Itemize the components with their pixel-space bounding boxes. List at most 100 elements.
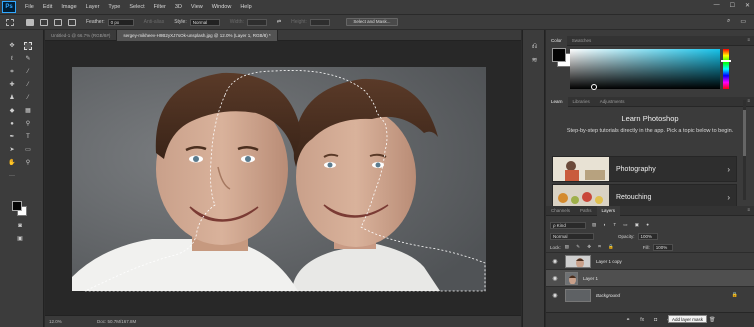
menu-filter[interactable]: Filter bbox=[154, 4, 166, 10]
link-layers-icon[interactable]: ⚭ bbox=[626, 317, 630, 323]
foreground-color-swatch[interactable] bbox=[12, 201, 22, 211]
intersect-selection-icon[interactable] bbox=[68, 18, 76, 26]
tab-layers[interactable]: Layers bbox=[596, 206, 621, 216]
menu-edit[interactable]: Edit bbox=[43, 4, 52, 10]
shape-tool-icon[interactable]: ▭ bbox=[24, 146, 32, 154]
tab-color[interactable]: Color bbox=[546, 36, 567, 46]
blur-tool-icon[interactable]: ● bbox=[8, 120, 16, 128]
screen-mode-icon[interactable]: ▣ bbox=[16, 235, 24, 243]
select-and-mask-button[interactable]: Select and Mask... bbox=[345, 18, 398, 26]
menu-3d[interactable]: 3D bbox=[175, 4, 182, 10]
color-spectrum[interactable] bbox=[570, 49, 720, 89]
antialias-checkbox[interactable]: Anti-alias bbox=[144, 19, 165, 25]
menu-select[interactable]: Select bbox=[129, 4, 144, 10]
hand-tool-icon[interactable]: ✋ bbox=[8, 159, 16, 167]
menu-window[interactable]: Window bbox=[212, 4, 232, 10]
fill-input[interactable]: 100% bbox=[652, 243, 673, 251]
close-button[interactable]: ✕ bbox=[745, 2, 750, 9]
eraser-tool-icon[interactable]: ◆ bbox=[8, 107, 16, 115]
crop-tool-icon[interactable]: ⌗ bbox=[8, 68, 16, 76]
height-input[interactable] bbox=[309, 18, 330, 26]
pen-tool-icon[interactable]: ✒ bbox=[8, 133, 16, 141]
layer-name[interactable]: Background bbox=[596, 293, 732, 298]
history-brush-icon[interactable]: ⁄ bbox=[24, 94, 32, 102]
stamp-tool-icon[interactable]: ♟ bbox=[8, 94, 16, 102]
layers-bottom-bar: ⚭ fx ◘ ◐ ▭ ⊞ 🗑 bbox=[546, 312, 754, 327]
quick-mask-icon[interactable]: ◙ bbox=[16, 222, 24, 230]
subtract-selection-icon[interactable] bbox=[54, 18, 62, 26]
more-tools-icon[interactable]: ··· bbox=[8, 172, 16, 180]
minimize-button[interactable]: — bbox=[714, 2, 720, 9]
gradient-tool-icon[interactable]: ▦ bbox=[24, 107, 32, 115]
tab-active-photo[interactable]: sergey-mikheev-H9B2yXJ7sOk-unsplash.jpg … bbox=[117, 30, 278, 41]
menu-help[interactable]: Help bbox=[240, 4, 251, 10]
dodge-tool-icon[interactable]: ⚲ bbox=[24, 120, 32, 128]
lasso-tool-icon[interactable]: ℓ bbox=[8, 55, 16, 63]
layer-style-icon[interactable]: fx bbox=[640, 317, 644, 323]
tab-swatches[interactable]: Swatches bbox=[567, 36, 597, 46]
marquee-tool-icon[interactable] bbox=[24, 42, 32, 50]
eyedropper-tool-icon[interactable]: ⁄ bbox=[24, 68, 32, 76]
feather-input[interactable]: 0 px bbox=[107, 18, 134, 26]
panel-foreground-swatch[interactable] bbox=[552, 48, 566, 62]
tab-adjustments[interactable]: Adjustments bbox=[595, 97, 630, 107]
maximize-button[interactable]: ☐ bbox=[730, 2, 735, 9]
layer-row-copy[interactable]: ◉ Layer 1 copy bbox=[546, 252, 754, 269]
quick-select-tool-icon[interactable]: ✎ bbox=[24, 55, 32, 63]
eye-icon[interactable]: ◉ bbox=[549, 275, 561, 282]
menu-layer[interactable]: Layer bbox=[86, 4, 100, 10]
properties-panel-icon[interactable]: ≋ bbox=[530, 56, 539, 65]
blend-mode-select[interactable]: Normal bbox=[550, 232, 594, 240]
path-select-tool-icon[interactable]: ➤ bbox=[8, 146, 16, 154]
tab-libraries[interactable]: Libraries bbox=[568, 97, 595, 107]
menu-file[interactable]: File bbox=[25, 4, 34, 10]
brush-tool-icon[interactable]: ⁄ bbox=[24, 81, 32, 89]
swap-icon[interactable]: ⇄ bbox=[277, 19, 281, 25]
lock-icons[interactable]: ▨ ✎ ✥ ⌗ 🔒 bbox=[565, 244, 617, 250]
add-mask-icon[interactable]: ◘ bbox=[654, 317, 657, 323]
tab-channels[interactable]: Channels bbox=[546, 206, 575, 216]
layers-panel-menu-icon[interactable]: ≡ bbox=[747, 207, 750, 212]
tab-learn[interactable]: Learn bbox=[546, 97, 568, 107]
eye-icon[interactable]: ◉ bbox=[549, 258, 561, 265]
chevron-right-icon: › bbox=[727, 192, 730, 202]
zoom-level[interactable]: 12.0% bbox=[49, 319, 73, 324]
color-panel-menu-icon[interactable]: ≡ bbox=[747, 37, 750, 42]
layer-name[interactable]: Layer 1 copy bbox=[596, 259, 754, 264]
zoom-tool-icon[interactable]: ⚲ bbox=[24, 159, 32, 167]
filter-icons[interactable]: ▨ ◐ T ▭ ▣ ● bbox=[592, 222, 652, 228]
doc-size[interactable]: Doc: 50.7M/167.8M bbox=[97, 319, 136, 324]
kind-filter-select[interactable]: ρ Kind bbox=[550, 221, 586, 229]
layer-row-layer1[interactable]: ◉ Layer 1 bbox=[546, 269, 754, 286]
move-tool-icon[interactable]: ✥ bbox=[8, 42, 16, 50]
menu-image[interactable]: Image bbox=[61, 4, 76, 10]
menu-view[interactable]: View bbox=[191, 4, 203, 10]
tab-paths[interactable]: Paths bbox=[575, 206, 597, 216]
eye-icon[interactable]: ◉ bbox=[549, 292, 561, 299]
learn-scrollbar-thumb[interactable] bbox=[743, 110, 746, 156]
delete-layer-icon[interactable]: 🗑 bbox=[709, 317, 715, 323]
photo-canvas[interactable] bbox=[72, 67, 486, 291]
hue-slider[interactable] bbox=[723, 49, 729, 89]
color-picker-marker[interactable] bbox=[591, 84, 597, 90]
type-tool-icon[interactable]: T bbox=[24, 133, 32, 141]
menu-type[interactable]: Type bbox=[108, 4, 120, 10]
learn-panel-menu-icon[interactable]: ≡ bbox=[747, 98, 750, 103]
search-icon[interactable]: ⌕ bbox=[727, 18, 730, 25]
lock-label: Lock: bbox=[550, 244, 561, 250]
layer-row-background[interactable]: ◉ Background 🔒 bbox=[546, 286, 754, 303]
new-selection-icon[interactable] bbox=[26, 18, 34, 26]
tab-untitled[interactable]: Untitled-1 @ 66.7% (RGB/8#) bbox=[45, 30, 118, 41]
width-input[interactable] bbox=[246, 18, 267, 26]
hue-slider-handle[interactable] bbox=[721, 60, 731, 62]
healing-tool-icon[interactable]: ✚ bbox=[8, 81, 16, 89]
card-photography[interactable]: Photography › bbox=[552, 156, 737, 182]
layer-name[interactable]: Layer 1 bbox=[583, 276, 754, 281]
add-selection-icon[interactable] bbox=[40, 18, 48, 26]
rect-marquee-preset-icon[interactable] bbox=[6, 18, 14, 26]
opacity-input[interactable]: 100% bbox=[637, 232, 658, 240]
history-panel-icon[interactable]: ⎌ bbox=[530, 42, 539, 51]
workspace-icon[interactable]: ▭ bbox=[740, 18, 746, 25]
document-area: Untitled-1 @ 66.7% (RGB/8#) sergey-mikhe… bbox=[45, 30, 521, 327]
style-select[interactable]: Normal bbox=[189, 18, 220, 26]
